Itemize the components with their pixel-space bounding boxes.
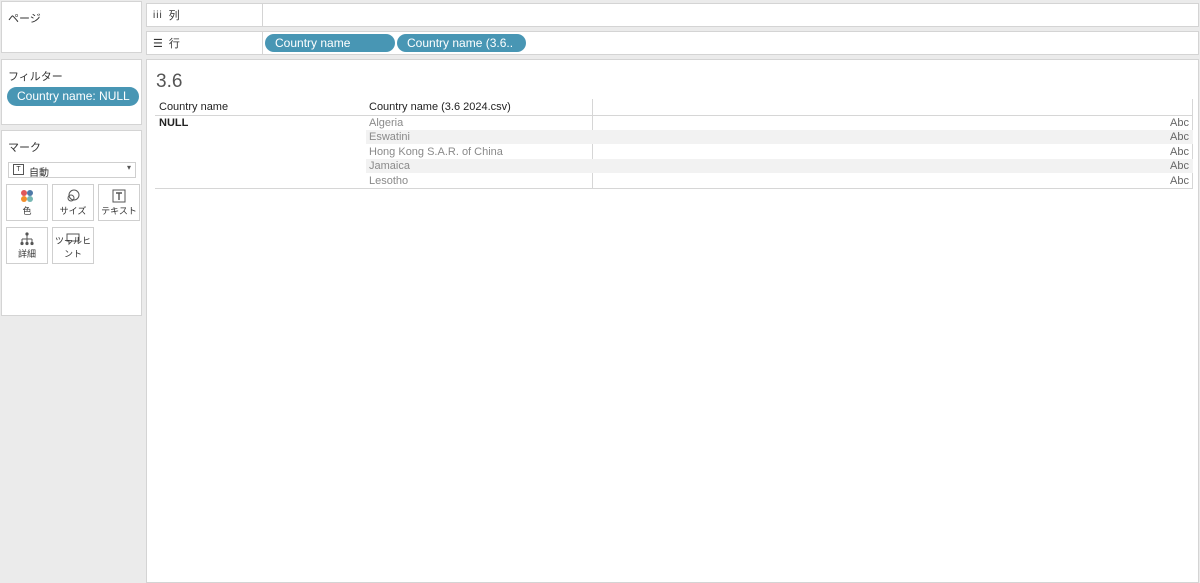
detail-button-label: 詳細: [17, 249, 36, 259]
row-band: [366, 159, 1193, 173]
pages-panel: ページ: [1, 1, 142, 53]
mark-type-dropdown[interactable]: T 自動 ▾: [8, 162, 136, 179]
tooltip-button-label: ツールヒント: [54, 236, 91, 259]
table-row-name: Lesotho: [369, 175, 409, 187]
table-row-name: Jamaica: [369, 160, 410, 172]
filter-pill-country-name[interactable]: Country name: NULL: [7, 87, 139, 106]
left-panel-bottom: [1, 320, 142, 582]
filters-panel: フィルター Country name: NULL: [1, 59, 142, 125]
color-button-label: 色: [22, 206, 32, 216]
size-button-label: サイズ: [59, 206, 87, 216]
columns-icon: iii: [153, 9, 163, 21]
text-button[interactable]: テキスト: [98, 184, 140, 221]
sheet-title: 3.6: [156, 71, 183, 92]
columns-shelf-label-box: iii 列: [147, 4, 263, 26]
tooltip-button[interactable]: ツールヒント: [52, 227, 94, 264]
filters-title: フィルター: [8, 71, 63, 83]
mark-type-icon: T: [13, 164, 24, 175]
table-row-name: Eswatini: [369, 131, 410, 143]
table-row-value: Abc: [1170, 175, 1189, 187]
columns-shelf-label: 列: [168, 10, 180, 22]
size-button[interactable]: サイズ: [52, 184, 94, 221]
header-country-name: Country name: [159, 101, 229, 113]
text-button-label: テキスト: [101, 206, 137, 216]
pages-title: ページ: [8, 13, 41, 25]
worksheet-view: 3.6 Country name Country name (3.6 2024.…: [146, 59, 1199, 583]
header-divider: [155, 115, 1193, 116]
detail-button[interactable]: 詳細: [6, 227, 48, 264]
rows-pill-country-name-csv[interactable]: Country name (3.6..: [397, 34, 526, 52]
table-row-value: Abc: [1170, 146, 1189, 158]
rows-pill-country-name[interactable]: Country name: [265, 34, 395, 52]
table-row-name: Hong Kong S.A.R. of China: [369, 146, 503, 158]
table-row-value: Abc: [1170, 160, 1189, 172]
marks-title: マーク: [8, 142, 41, 154]
chevron-down-icon: ▾: [126, 163, 131, 172]
marks-panel: マーク T 自動 ▾ 色 サイズ テキスト 詳細 ツールヒント: [1, 130, 142, 316]
group-value-null: NULL: [159, 117, 189, 129]
rows-shelf-label: 行: [168, 38, 180, 50]
table-row-value: Abc: [1170, 131, 1189, 143]
color-button[interactable]: 色: [6, 184, 48, 221]
rows-shelf[interactable]: ☰ 行 Country name Country name (3.6..: [146, 31, 1199, 55]
row-band: [366, 130, 1193, 144]
table-bottom-border: [155, 188, 1193, 189]
rows-icon: ☰: [153, 37, 163, 50]
header-country-name-csv: Country name (3.6 2024.csv): [369, 101, 511, 113]
mark-type-value: 自動: [29, 168, 49, 179]
columns-shelf[interactable]: iii 列: [146, 3, 1199, 27]
table-row-name: Algeria: [369, 117, 404, 129]
table-row-value: Abc: [1170, 117, 1189, 129]
rows-shelf-label-box: ☰ 行: [147, 32, 263, 54]
